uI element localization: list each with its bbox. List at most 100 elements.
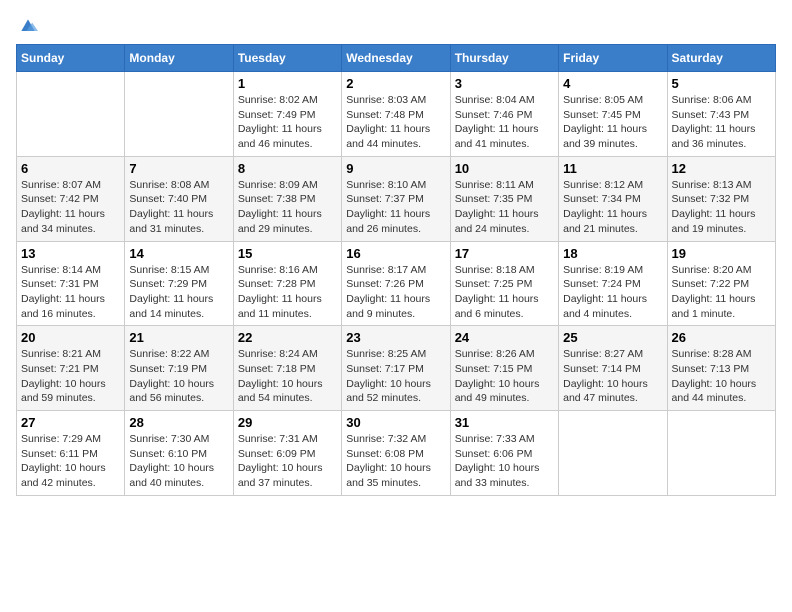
calendar-cell: 17 Sunrise: 8:18 AM Sunset: 7:25 PM Dayli… [450,241,558,326]
day-info: Sunrise: 8:21 AM Sunset: 7:21 PM Dayligh… [21,347,120,406]
day-number: 21 [129,330,228,345]
calendar-cell: 23Sunrise: 8:25 AM Sunset: 7:17 PM Dayli… [342,326,450,411]
day-info: Sunrise: 8:24 AM Sunset: 7:18 PM Dayligh… [238,347,337,406]
calendar-cell: 19 Sunrise: 8:20 AM Sunset: 7:22 PM Dayli… [667,241,775,326]
day-info: Sunrise: 8:06 AM Sunset: 7:43 PM Dayligh… [672,93,771,152]
weekday-header: Tuesday [233,45,341,72]
logo-icon [18,16,38,36]
day-number: 16 [346,246,445,261]
day-number: 1 [238,76,337,91]
weekday-header: Sunday [17,45,125,72]
day-info: Sunrise: 8:07 AM Sunset: 7:42 PM Dayligh… [21,178,120,237]
day-info: Sunrise: 8:28 AM Sunset: 7:13 PM Dayligh… [672,347,771,406]
day-info: Sunrise: 7:29 AM Sunset: 6:11 PM Dayligh… [21,432,120,491]
calendar-cell: 5 Sunrise: 8:06 AM Sunset: 7:43 PM Daylig… [667,72,775,157]
day-info: Sunrise: 8:26 AM Sunset: 7:15 PM Dayligh… [455,347,554,406]
calendar-cell: 6 Sunrise: 8:07 AM Sunset: 7:42 PM Daylig… [17,156,125,241]
day-number: 24 [455,330,554,345]
calendar-cell: 7Sunrise: 8:08 AM Sunset: 7:40 PM Daylig… [125,156,233,241]
day-number: 2 [346,76,445,91]
day-info: Sunrise: 8:16 AM Sunset: 7:28 PM Dayligh… [238,263,337,322]
day-info: Sunrise: 7:30 AM Sunset: 6:10 PM Dayligh… [129,432,228,491]
calendar-week-row: 6 Sunrise: 8:07 AM Sunset: 7:42 PM Daylig… [17,156,776,241]
calendar-cell: 10 Sunrise: 8:11 AM Sunset: 7:35 PM Dayli… [450,156,558,241]
weekday-header: Thursday [450,45,558,72]
day-info: Sunrise: 7:32 AM Sunset: 6:08 PM Dayligh… [346,432,445,491]
weekday-header: Monday [125,45,233,72]
calendar-cell: 22 Sunrise: 8:24 AM Sunset: 7:18 PM Dayli… [233,326,341,411]
day-info: Sunrise: 8:22 AM Sunset: 7:19 PM Dayligh… [129,347,228,406]
day-number: 18 [563,246,662,261]
day-number: 5 [672,76,771,91]
day-number: 17 [455,246,554,261]
day-number: 27 [21,415,120,430]
calendar-cell: 2Sunrise: 8:03 AM Sunset: 7:48 PM Daylig… [342,72,450,157]
day-number: 9 [346,161,445,176]
calendar-cell: 14Sunrise: 8:15 AM Sunset: 7:29 PM Dayli… [125,241,233,326]
calendar-cell [559,411,667,496]
calendar-cell [17,72,125,157]
day-number: 10 [455,161,554,176]
day-number: 29 [238,415,337,430]
weekday-header: Saturday [667,45,775,72]
day-info: Sunrise: 8:14 AM Sunset: 7:31 PM Dayligh… [21,263,120,322]
calendar-cell: 12Sunrise: 8:13 AM Sunset: 7:32 PM Dayli… [667,156,775,241]
day-info: Sunrise: 8:12 AM Sunset: 7:34 PM Dayligh… [563,178,662,237]
day-number: 11 [563,161,662,176]
day-info: Sunrise: 8:04 AM Sunset: 7:46 PM Dayligh… [455,93,554,152]
calendar-week-row: 20 Sunrise: 8:21 AM Sunset: 7:21 PM Dayli… [17,326,776,411]
day-info: Sunrise: 8:11 AM Sunset: 7:35 PM Dayligh… [455,178,554,237]
day-number: 6 [21,161,120,176]
calendar-cell: 28 Sunrise: 7:30 AM Sunset: 6:10 PM Dayli… [125,411,233,496]
calendar-body: 1 Sunrise: 8:02 AM Sunset: 7:49 PM Daylig… [17,72,776,496]
calendar-table: SundayMondayTuesdayWednesdayThursdayFrid… [16,44,776,496]
calendar-cell: 9 Sunrise: 8:10 AM Sunset: 7:37 PM Daylig… [342,156,450,241]
day-info: Sunrise: 8:18 AM Sunset: 7:25 PM Dayligh… [455,263,554,322]
day-number: 31 [455,415,554,430]
day-number: 13 [21,246,120,261]
day-info: Sunrise: 8:17 AM Sunset: 7:26 PM Dayligh… [346,263,445,322]
day-info: Sunrise: 8:10 AM Sunset: 7:37 PM Dayligh… [346,178,445,237]
calendar-cell: 30Sunrise: 7:32 AM Sunset: 6:08 PM Dayli… [342,411,450,496]
calendar-week-row: 27 Sunrise: 7:29 AM Sunset: 6:11 PM Dayli… [17,411,776,496]
calendar-cell: 18 Sunrise: 8:19 AM Sunset: 7:24 PM Dayli… [559,241,667,326]
day-info: Sunrise: 8:09 AM Sunset: 7:38 PM Dayligh… [238,178,337,237]
calendar-cell: 27 Sunrise: 7:29 AM Sunset: 6:11 PM Dayli… [17,411,125,496]
calendar-cell [125,72,233,157]
calendar-cell: 8 Sunrise: 8:09 AM Sunset: 7:38 PM Daylig… [233,156,341,241]
day-info: Sunrise: 7:31 AM Sunset: 6:09 PM Dayligh… [238,432,337,491]
day-info: Sunrise: 8:20 AM Sunset: 7:22 PM Dayligh… [672,263,771,322]
day-number: 8 [238,161,337,176]
day-info: Sunrise: 8:02 AM Sunset: 7:49 PM Dayligh… [238,93,337,152]
day-number: 3 [455,76,554,91]
calendar-cell: 1 Sunrise: 8:02 AM Sunset: 7:49 PM Daylig… [233,72,341,157]
day-number: 20 [21,330,120,345]
day-number: 22 [238,330,337,345]
day-info: Sunrise: 8:05 AM Sunset: 7:45 PM Dayligh… [563,93,662,152]
calendar-week-row: 1 Sunrise: 8:02 AM Sunset: 7:49 PM Daylig… [17,72,776,157]
calendar-cell: 26 Sunrise: 8:28 AM Sunset: 7:13 PM Dayli… [667,326,775,411]
weekday-header: Wednesday [342,45,450,72]
day-number: 28 [129,415,228,430]
calendar-week-row: 13 Sunrise: 8:14 AM Sunset: 7:31 PM Dayli… [17,241,776,326]
calendar-cell: 31 Sunrise: 7:33 AM Sunset: 6:06 PM Dayli… [450,411,558,496]
logo [16,16,38,36]
day-number: 15 [238,246,337,261]
calendar-cell [667,411,775,496]
calendar-cell: 15 Sunrise: 8:16 AM Sunset: 7:28 PM Dayli… [233,241,341,326]
day-number: 12 [672,161,771,176]
day-info: Sunrise: 8:19 AM Sunset: 7:24 PM Dayligh… [563,263,662,322]
calendar-cell: 25Sunrise: 8:27 AM Sunset: 7:14 PM Dayli… [559,326,667,411]
day-number: 19 [672,246,771,261]
day-info: Sunrise: 7:33 AM Sunset: 6:06 PM Dayligh… [455,432,554,491]
day-number: 26 [672,330,771,345]
calendar-cell: 13 Sunrise: 8:14 AM Sunset: 7:31 PM Dayli… [17,241,125,326]
calendar-cell: 3 Sunrise: 8:04 AM Sunset: 7:46 PM Daylig… [450,72,558,157]
calendar-cell: 24 Sunrise: 8:26 AM Sunset: 7:15 PM Dayli… [450,326,558,411]
calendar-cell: 21 Sunrise: 8:22 AM Sunset: 7:19 PM Dayli… [125,326,233,411]
calendar-cell: 16 Sunrise: 8:17 AM Sunset: 7:26 PM Dayli… [342,241,450,326]
day-number: 23 [346,330,445,345]
calendar-header: SundayMondayTuesdayWednesdayThursdayFrid… [17,45,776,72]
page-header [16,16,776,36]
day-number: 7 [129,161,228,176]
